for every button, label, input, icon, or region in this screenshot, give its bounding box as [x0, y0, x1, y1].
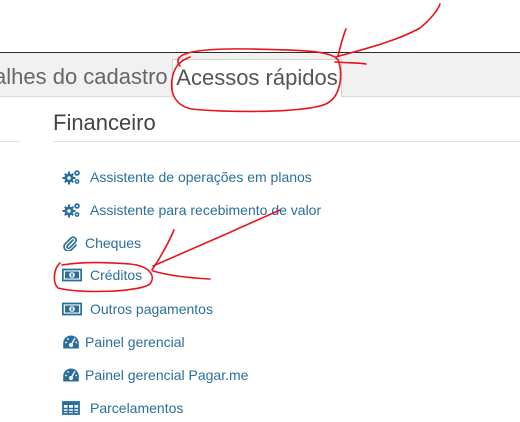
money-icon [62, 266, 84, 284]
menu-item-label: Painel gerencial [85, 334, 185, 350]
menu-item-label: Outros pagamentos [90, 301, 213, 317]
menu-item-label: Assistente para recebimento de valor [90, 202, 322, 218]
tab-quick-access[interactable]: Acessos rápidos [172, 59, 342, 97]
gears-icon [62, 168, 84, 186]
annotation-arrow-creditos-3 [152, 270, 211, 280]
annotation-arrow-tab-head [335, 3, 441, 58]
menu-item-receipt-assistant[interactable]: Assistente para recebimento de valor [62, 199, 321, 221]
menu-item-other-payments[interactable]: Outros pagamentos [62, 298, 213, 320]
menu-item-creditos[interactable]: Créditos [62, 264, 142, 286]
menu-item-operations-assistant[interactable]: Assistente de operações em planos [62, 166, 312, 188]
tab-cadastro-details[interactable]: alhes do cadastro [0, 59, 168, 95]
menu-item-label: Parcelamentos [90, 400, 184, 416]
tab-cadastro-details-label: alhes do cadastro [0, 64, 168, 89]
left-panel-divider [0, 141, 20, 142]
tab-bar: alhes do cadastro Acessos rápidos [0, 53, 520, 97]
menu-item-label: Painel gerencial Pagar.me [85, 367, 249, 383]
money-icon [62, 300, 84, 318]
section-title: Financeiro [53, 110, 156, 135]
dashboard-icon [62, 366, 80, 384]
paperclip-icon [62, 234, 80, 252]
tab-quick-access-label: Acessos rápidos [176, 65, 338, 90]
dashboard-icon [62, 333, 80, 351]
menu-item-label: Créditos [90, 267, 143, 283]
menu-item-installments[interactable]: Parcelamentos [62, 397, 183, 419]
menu-item-label: Assistente de operações em planos [90, 169, 312, 185]
section-divider [53, 141, 520, 142]
menu-item-cheques[interactable]: Cheques [62, 232, 141, 254]
menu-item-management-panel-pagarme[interactable]: Painel gerencial Pagar.me [62, 364, 248, 386]
table-icon [62, 399, 84, 417]
menu-item-management-panel[interactable]: Painel gerencial [62, 331, 185, 353]
gears-icon [62, 201, 84, 219]
annotation-arrow-creditos [151, 229, 175, 271]
menu-item-label: Cheques [85, 235, 142, 251]
